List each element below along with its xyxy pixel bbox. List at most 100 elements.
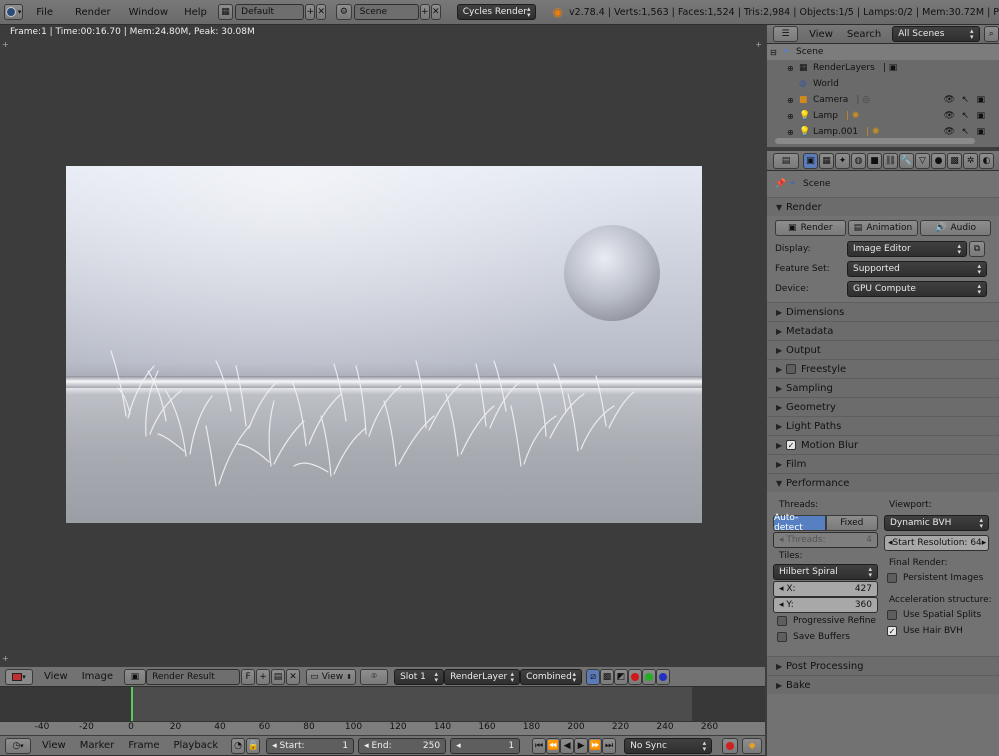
preview-range-button[interactable]: ◔ (231, 737, 246, 754)
lamp-render-icon[interactable]: ▣ (976, 111, 985, 121)
outliner-row-scene[interactable]: ⊟ ✦ Scene (767, 44, 999, 60)
outliner-scrollbar[interactable] (775, 138, 975, 144)
post-processing-panel-header[interactable]: ▶ Post Processing (767, 656, 999, 675)
current-frame-line[interactable] (131, 687, 133, 721)
camera-visibility-icon[interactable]: 👁 (944, 95, 955, 105)
jump-end-button[interactable]: ⏭ (602, 737, 617, 754)
viewport-bvh-dropdown[interactable]: Dynamic BVH ▴ ▾ (884, 515, 989, 531)
modifiers-tab-icon[interactable]: 🔧 (899, 152, 914, 169)
material-tab-icon[interactable]: ● (931, 152, 946, 169)
draw-channels-color-button[interactable]: ⧄ (586, 668, 601, 685)
object-tab-icon[interactable]: ■ (867, 152, 882, 169)
timeline-area[interactable]: -40 -20 0 20 40 60 80 100 120 140 160 180 200 220 240 2… (0, 687, 765, 735)
scene-tab-icon[interactable]: ✦ (835, 152, 850, 169)
particles-tab-icon[interactable]: ✲ (963, 152, 978, 169)
render-button[interactable]: ▣ Render (775, 220, 846, 236)
progressive-refine-checkbox[interactable] (777, 616, 787, 626)
draw-channels-blue-button[interactable] (656, 668, 671, 685)
remove-screen-button[interactable]: ✕ (316, 4, 327, 20)
fake-user-button[interactable]: F (241, 668, 256, 685)
motion-blur-checkbox[interactable]: ✓ (786, 440, 796, 450)
lamp-select-icon[interactable]: ↖ (961, 111, 969, 121)
outliner-filter-dropdown[interactable]: All Scenes ▴ ▾ (892, 26, 980, 42)
remove-scene-button[interactable]: ✕ (430, 4, 441, 20)
render-tab-icon[interactable]: ▣ (803, 152, 818, 169)
outliner-search-icon[interactable]: ⌕ (983, 26, 999, 42)
start-resolution-field[interactable]: ◂ Start Resolution: 64 ▸ (884, 535, 989, 551)
save-buffers-checkbox[interactable] (777, 632, 787, 642)
screen-layout-icon[interactable]: ▦ (217, 4, 234, 20)
performance-panel-header[interactable]: ▼ Performance (767, 473, 999, 492)
fixed-button[interactable]: Fixed (825, 515, 878, 531)
metadata-panel-header[interactable]: ▶ Metadata (767, 321, 999, 340)
view-mode-dropdown[interactable]: ▭ View ⬍ (306, 668, 357, 685)
scene-field[interactable]: Scene (353, 4, 419, 20)
outliner-row-camera[interactable]: ⊕ ■ Camera | ◎ 👁 ↖ ▣ (767, 92, 999, 108)
menu-image[interactable]: Image (75, 671, 120, 682)
draw-channels-z-button[interactable]: ◩ (614, 668, 629, 685)
texture-tab-icon[interactable]: ▩ (947, 152, 962, 169)
audio-button[interactable]: 🔊 Audio (920, 220, 992, 236)
add-screen-button[interactable]: + (305, 4, 316, 20)
spatial-splits-checkbox[interactable] (887, 610, 897, 620)
menu-help[interactable]: Help (177, 7, 214, 18)
timeline-editor-type-button[interactable]: ◷ ▾ (5, 737, 31, 754)
freestyle-panel-header[interactable]: ▶ Freestyle (767, 359, 999, 378)
geometry-panel-header[interactable]: ▶ Geometry (767, 397, 999, 416)
outliner-row-lamp[interactable]: ⊕ 💡 Lamp | ✺ 👁 ↖ ▣ (767, 108, 999, 124)
menu-view[interactable]: View (37, 671, 75, 682)
pin-icon[interactable]: 📌 (775, 179, 789, 189)
open-image-button[interactable]: ▤ (271, 668, 286, 685)
menu-render[interactable]: Render (68, 7, 118, 18)
device-dropdown[interactable]: GPU Compute ▴ ▾ (847, 281, 987, 297)
constraints-tab-icon[interactable]: ⛓ (883, 152, 898, 169)
tile-y-field[interactable]: ◂ Y: 360 (773, 597, 878, 613)
outliner-row-renderlayers[interactable]: ⊕ ▦ RenderLayers | ▣ (767, 60, 999, 76)
jump-start-button[interactable]: ⏮ (532, 737, 547, 754)
menu-file[interactable]: File (29, 7, 60, 18)
prev-keyframe-button[interactable]: ⏪ (546, 737, 561, 754)
add-scene-button[interactable]: + (419, 4, 430, 20)
dimensions-panel-header[interactable]: ▶ Dimensions (767, 302, 999, 321)
output-panel-header[interactable]: ▶ Output (767, 340, 999, 359)
animation-button[interactable]: ▤ Animation (847, 220, 919, 236)
draw-channels-red-button[interactable] (628, 668, 643, 685)
hair-bvh-checkbox[interactable]: ✓ (887, 626, 897, 636)
motion-blur-panel-header[interactable]: ▶ ✓ Motion Blur (767, 435, 999, 454)
play-reverse-button[interactable]: ◀ (560, 737, 575, 754)
render-pass-dropdown[interactable]: Combined ▴ ▾ (520, 668, 583, 685)
render-layers-tab-icon[interactable]: ▦ (819, 152, 834, 169)
film-panel-header[interactable]: ▶ Film (767, 454, 999, 473)
draw-channels-green-button[interactable] (642, 668, 657, 685)
outliner-menu-search[interactable]: Search (840, 29, 888, 40)
outliner-list[interactable]: ⊟ ✦ Scene ⊕ ▦ RenderLayers | ▣ ◍ World ⊕… (767, 44, 999, 147)
render-panel-header[interactable]: ▼ Render (767, 197, 999, 216)
lamp001-select-icon[interactable]: ↖ (961, 127, 969, 137)
tiles-order-dropdown[interactable]: Hilbert Spiral ▴ ▾ (773, 564, 878, 580)
display-dropdown[interactable]: Image Editor ▴ ▾ (847, 241, 967, 257)
end-frame-field[interactable]: ◂ End: 250 (358, 737, 447, 754)
image-name-field[interactable]: Render Result (146, 668, 241, 685)
timeline-menu-marker[interactable]: Marker (73, 740, 122, 751)
outliner-menu-view[interactable]: View (802, 29, 840, 40)
camera-render-icon[interactable]: ▣ (976, 95, 985, 105)
outliner-editor-type-button[interactable]: ☰ (773, 26, 799, 42)
pivot-dropdown[interactable]: ⌾ (360, 668, 389, 685)
lamp001-render-icon[interactable]: ▣ (976, 127, 985, 137)
feature-set-dropdown[interactable]: Supported ▴ ▾ (847, 261, 987, 277)
start-frame-field[interactable]: ◂ Start: 1 (266, 737, 355, 754)
camera-select-icon[interactable]: ↖ (961, 95, 969, 105)
scene-icon[interactable]: ⚙ (336, 4, 352, 20)
keying-set-button[interactable]: ◆ (742, 737, 763, 754)
render-layer-dropdown[interactable]: RenderLayer ▴ ▾ (444, 668, 521, 685)
draw-channels-alpha-button[interactable]: ▩ (600, 668, 615, 685)
light-paths-panel-header[interactable]: ▶ Light Paths (767, 416, 999, 435)
editor-type-button[interactable]: ▾ (5, 668, 33, 685)
image-browse-button[interactable]: ▣ (124, 668, 147, 685)
data-tab-icon[interactable]: ▽ (915, 152, 930, 169)
display-lock-button[interactable]: ⧉ (969, 241, 985, 257)
world-tab-icon[interactable]: ◍ (851, 152, 866, 169)
lock-range-button[interactable]: 🔒 (246, 737, 261, 754)
freestyle-checkbox[interactable] (786, 364, 796, 374)
sampling-panel-header[interactable]: ▶ Sampling (767, 378, 999, 397)
